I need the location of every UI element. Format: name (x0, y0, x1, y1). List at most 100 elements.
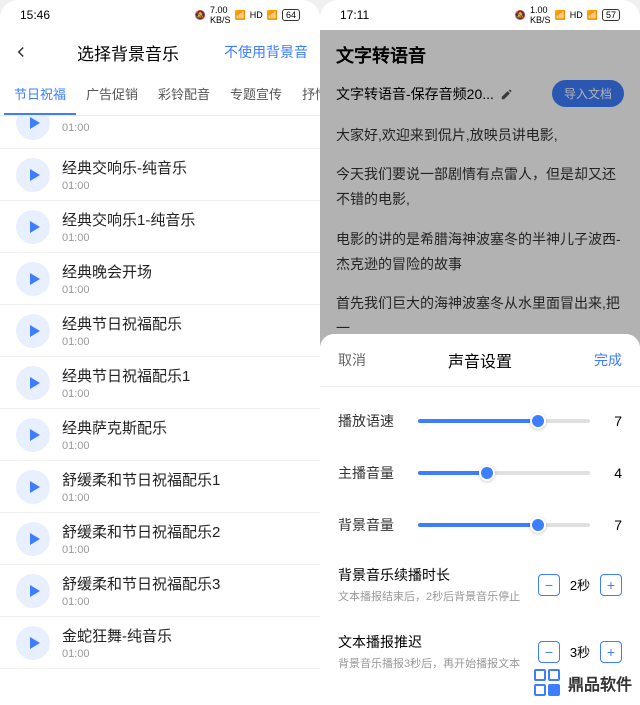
music-item[interactable]: 01:00 (0, 116, 320, 149)
tab-item[interactable]: 节日祝福 (4, 74, 76, 115)
sheet-title: 声音设置 (448, 348, 512, 372)
music-list[interactable]: 01:00 经典交响乐-纯音乐 01:00 经典交响乐1-纯音乐 01:00 经… (0, 116, 320, 705)
increase-button[interactable]: + (600, 574, 622, 596)
music-info: 经典节日祝福配乐 01:00 (62, 313, 304, 348)
music-duration: 01:00 (62, 544, 304, 556)
play-icon (30, 585, 40, 597)
music-title: 金蛇狂舞-纯音乐 (62, 625, 304, 646)
music-duration: 01:00 (62, 122, 304, 134)
decrease-button[interactable]: − (538, 641, 560, 663)
music-item[interactable]: 经典节日祝福配乐 01:00 (0, 305, 320, 357)
hd-icon: HD (570, 10, 583, 20)
setting-label: 背景音乐续播时长 (338, 565, 538, 585)
music-title: 经典晚会开场 (62, 261, 304, 282)
music-duration: 01:00 (62, 180, 304, 192)
signal-icon: 📶 (587, 10, 598, 21)
play-button[interactable] (16, 158, 50, 192)
play-button[interactable] (16, 366, 50, 400)
play-button[interactable] (16, 522, 50, 556)
setting-desc: 背景音乐播报3秒后，再开始播报文本 (338, 655, 538, 671)
slider-value: 4 (602, 465, 622, 481)
music-title: 舒缓柔和节日祝福配乐2 (62, 521, 304, 542)
music-item[interactable]: 舒缓柔和节日祝福配乐3 01:00 (0, 565, 320, 617)
slider-thumb[interactable] (479, 465, 495, 481)
play-icon (30, 325, 40, 337)
play-button[interactable] (16, 210, 50, 244)
music-item[interactable]: 经典交响乐-纯音乐 01:00 (0, 149, 320, 201)
play-button[interactable] (16, 574, 50, 608)
logo-icon (534, 669, 562, 697)
slider-label: 主播音量 (338, 463, 406, 483)
music-info: 舒缓柔和节日祝福配乐2 01:00 (62, 521, 304, 556)
music-item[interactable]: 金蛇狂舞-纯音乐 01:00 (0, 617, 320, 669)
setting-row: 背景音乐续播时长 文本播报结束后，2秒后背景音乐停止 − 2秒 + (338, 551, 622, 618)
wifi-icon: 📶 (555, 10, 566, 21)
cancel-button[interactable]: 取消 (338, 350, 366, 370)
play-button[interactable] (16, 418, 50, 452)
slider-label: 背景音量 (338, 515, 406, 535)
setting-label: 文本播报推迟 (338, 632, 538, 652)
slider-value: 7 (602, 517, 622, 533)
music-item[interactable]: 舒缓柔和节日祝福配乐1 01:00 (0, 461, 320, 513)
music-info: 舒缓柔和节日祝福配乐1 01:00 (62, 469, 304, 504)
signal-icon: 📶 (267, 10, 278, 21)
music-item[interactable]: 经典交响乐1-纯音乐 01:00 (0, 201, 320, 253)
music-info: 经典晚会开场 01:00 (62, 261, 304, 296)
play-button[interactable] (16, 262, 50, 296)
music-info: 舒缓柔和节日祝福配乐3 01:00 (62, 573, 304, 608)
slider-thumb[interactable] (530, 517, 546, 533)
status-bar: 17:11 🔕 1.00KB/S 📶 HD 📶 57 (320, 0, 640, 30)
slider-row: 主播音量 4 (338, 447, 622, 499)
battery-indicator: 57 (602, 9, 620, 21)
music-title: 舒缓柔和节日祝福配乐3 (62, 573, 304, 594)
done-button[interactable]: 完成 (594, 350, 622, 370)
slider-thumb[interactable] (530, 413, 546, 429)
no-bgm-button[interactable]: 不使用背景音 (224, 42, 308, 62)
tab-item[interactable]: 专题宣传 (220, 74, 292, 115)
sound-settings-sheet: 取消 声音设置 完成 播放语速 7 主播音量 4 背景音量 7 背景音乐续播时长… (320, 334, 640, 705)
play-button[interactable] (16, 626, 50, 660)
decrease-button[interactable]: − (538, 574, 560, 596)
wifi-icon: 📶 (235, 10, 246, 21)
play-icon (30, 273, 40, 285)
increase-button[interactable]: + (600, 641, 622, 663)
play-button[interactable] (16, 314, 50, 348)
slider-row: 背景音量 7 (338, 499, 622, 551)
tab-item[interactable]: 广告促销 (76, 74, 148, 115)
music-info: 经典节日祝福配乐1 01:00 (62, 365, 304, 400)
setting-info: 文本播报推迟 背景音乐播报3秒后，再开始播报文本 (338, 632, 538, 671)
slider-track[interactable] (418, 419, 590, 423)
slider-value: 7 (602, 413, 622, 429)
page-header: 选择背景音乐 不使用背景音 (0, 30, 320, 74)
sheet-body: 播放语速 7 主播音量 4 背景音量 7 背景音乐续播时长 文本播报结束后，2秒… (320, 387, 640, 705)
music-item[interactable]: 经典晚会开场 01:00 (0, 253, 320, 305)
music-duration: 01:00 (62, 648, 304, 660)
music-item[interactable]: 经典节日祝福配乐1 01:00 (0, 357, 320, 409)
play-button[interactable] (16, 470, 50, 504)
play-button[interactable] (16, 116, 50, 140)
stepper: − 2秒 + (538, 574, 622, 596)
back-button[interactable] (12, 42, 32, 62)
music-duration: 01:00 (62, 492, 304, 504)
music-info: 01:00 (62, 122, 304, 134)
tab-item[interactable]: 抒情 (292, 74, 320, 115)
music-duration: 01:00 (62, 336, 304, 348)
setting-desc: 文本播报结束后，2秒后背景音乐停止 (338, 588, 538, 604)
music-item[interactable]: 经典萨克斯配乐 01:00 (0, 409, 320, 461)
music-title: 经典交响乐1-纯音乐 (62, 209, 304, 230)
status-bar: 15:46 🔕 7.00KB/S 📶 HD 📶 64 (0, 0, 320, 30)
play-icon (30, 533, 40, 545)
music-duration: 01:00 (62, 596, 304, 608)
stepper-value: 3秒 (566, 642, 594, 661)
play-icon (30, 169, 40, 181)
music-item[interactable]: 舒缓柔和节日祝福配乐2 01:00 (0, 513, 320, 565)
music-duration: 01:00 (62, 388, 304, 400)
tab-item[interactable]: 彩铃配音 (148, 74, 220, 115)
music-duration: 01:00 (62, 232, 304, 244)
music-info: 经典萨克斯配乐 01:00 (62, 417, 304, 452)
battery-indicator: 64 (282, 9, 300, 21)
content-area: 文字转语音 文字转语音-保存音频20... 导入文档 大家好,欢迎来到侃片,放映… (320, 30, 640, 705)
slider-track[interactable] (418, 471, 590, 475)
music-title: 经典节日祝福配乐1 (62, 365, 304, 386)
slider-track[interactable] (418, 523, 590, 527)
